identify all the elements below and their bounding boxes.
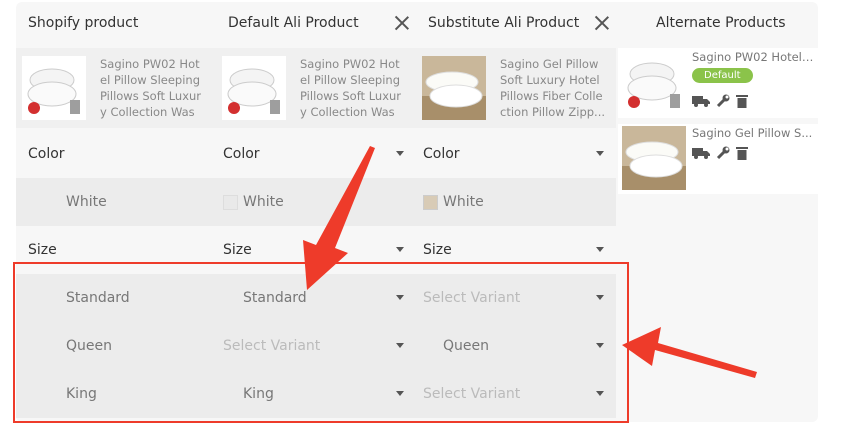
substitute-variant-select[interactable]: White <box>423 178 484 226</box>
chevron-down-icon[interactable] <box>596 247 604 252</box>
chevron-down-icon[interactable] <box>396 391 404 396</box>
product-image <box>222 56 286 120</box>
header-shopify-product: Shopify product <box>28 15 139 31</box>
truck-icon[interactable] <box>692 94 710 108</box>
wrench-icon[interactable] <box>716 146 730 160</box>
variant-label: Standard <box>66 290 130 306</box>
product-row: Sagino PW02 Hotel Pillow Sleeping Pillow… <box>16 48 616 128</box>
product-image <box>622 50 686 114</box>
default-variant-select[interactable]: King <box>243 370 274 418</box>
close-icon[interactable] <box>592 13 612 33</box>
variant-row-king: King King Select Variant <box>16 370 616 418</box>
chevron-down-icon[interactable] <box>396 151 404 156</box>
alternate-product-title[interactable]: Sagino Gel Pillow S... <box>692 126 816 140</box>
substitute-variant-select[interactable]: Select Variant <box>423 274 520 322</box>
trash-icon[interactable] <box>736 94 748 108</box>
header-alternate-products: Alternate Products <box>656 15 786 31</box>
swatch-thumbnail <box>423 194 438 210</box>
trash-icon[interactable] <box>736 146 748 160</box>
chevron-down-icon[interactable] <box>596 151 604 156</box>
alternate-actions <box>692 146 748 160</box>
variant-label: White <box>66 194 107 210</box>
product-title[interactable]: Sagino PW02 Hotel Pillow Sleeping Pillow… <box>100 56 206 120</box>
swatch-thumbnail <box>223 194 238 210</box>
default-variant-select[interactable]: Standard <box>243 274 307 322</box>
truck-icon[interactable] <box>692 146 710 160</box>
chevron-down-icon[interactable] <box>396 343 404 348</box>
option-label: Color <box>28 146 65 162</box>
default-option-select[interactable]: Color <box>223 130 260 178</box>
substitute-option-select[interactable]: Color <box>423 130 460 178</box>
variant-value: White <box>443 194 484 210</box>
header-substitute-ali-product: Substitute Ali Product <box>428 15 580 31</box>
chevron-down-icon[interactable] <box>596 343 604 348</box>
default-option-select[interactable]: Size <box>223 226 252 274</box>
alternate-product-card[interactable]: Sagino Gel Pillow S... <box>618 124 826 194</box>
substitute-option-select[interactable]: Size <box>423 226 452 274</box>
variant-value: White <box>243 194 284 210</box>
chevron-down-icon[interactable] <box>596 391 604 396</box>
option-row-size: Size Size Size <box>16 226 616 274</box>
wrench-icon[interactable] <box>716 94 730 108</box>
product-image <box>22 56 86 120</box>
product-image <box>422 56 486 120</box>
variant-row-standard: Standard Standard Select Variant <box>16 274 616 322</box>
variant-label: Queen <box>66 338 112 354</box>
variant-row-white: White White White <box>16 178 616 226</box>
default-variant-select[interactable]: Select Variant <box>223 322 320 370</box>
alternate-actions <box>692 94 748 108</box>
close-icon[interactable] <box>392 13 412 33</box>
product-title[interactable]: Sagino Gel Pillow Soft Luxury Hotel Pill… <box>500 56 606 120</box>
chevron-down-icon[interactable] <box>396 247 404 252</box>
substitute-variant-select[interactable]: Queen <box>443 322 489 370</box>
chevron-down-icon[interactable] <box>596 295 604 300</box>
option-label: Size <box>28 242 57 258</box>
product-title[interactable]: Sagino PW02 Hotel Pillow Sleeping Pillow… <box>300 56 406 120</box>
variant-label: King <box>66 386 97 402</box>
alternate-product-title[interactable]: Sagino PW02 Hotel ... <box>692 50 816 64</box>
variant-row-queen: Queen Select Variant Queen <box>16 322 616 370</box>
chevron-down-icon[interactable] <box>396 295 404 300</box>
alternate-product-card[interactable]: Sagino PW02 Hotel ... Default <box>618 48 826 118</box>
header-default-ali-product: Default Ali Product <box>228 15 359 31</box>
default-badge: Default <box>692 68 753 83</box>
substitute-variant-select[interactable]: Select Variant <box>423 370 520 418</box>
product-image <box>622 126 686 190</box>
option-row-color: Color Color Color <box>16 130 616 178</box>
default-variant-select[interactable]: White <box>223 178 284 226</box>
